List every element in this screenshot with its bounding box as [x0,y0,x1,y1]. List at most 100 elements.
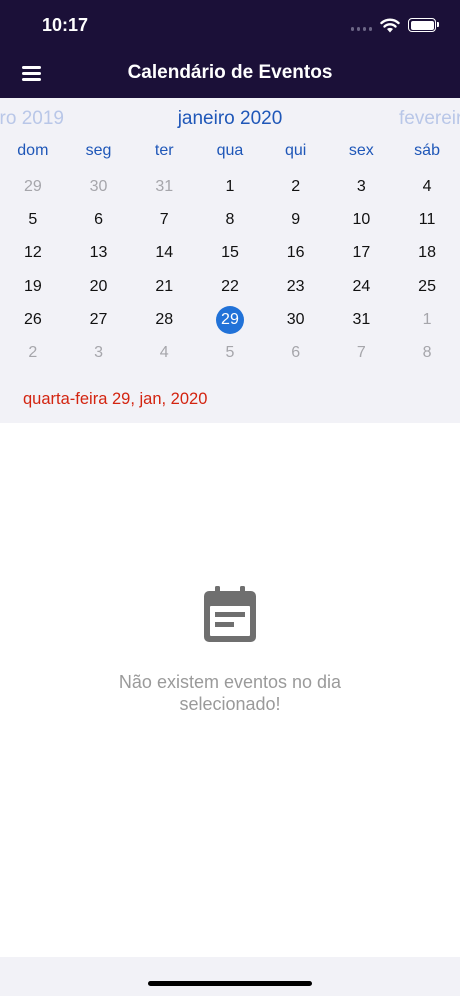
calendar-day-number: 1 [422,310,432,328]
calendar-day[interactable]: 30 [263,306,329,334]
calendar-day-number: 28 [155,310,174,328]
page-title: Calendário de Eventos [127,62,333,83]
calendar-week-row: 19 20 21 22 23 24 25 [0,270,460,303]
calendar-day-number: 25 [418,277,436,295]
calendar-day[interactable]: 3 [329,173,395,201]
calendar-day-number: 6 [94,210,103,228]
calendar-day[interactable]: 7 [329,339,395,367]
calendar-day[interactable]: 6 [263,339,329,367]
calendar-week-row: 12 13 14 15 16 17 18 [0,237,460,270]
calendar-day[interactable]: 10 [329,206,395,234]
calendar-day-number: 19 [23,277,42,295]
calendar-day[interactable]: 8 [197,206,263,234]
calendar-day-number: 20 [89,277,108,295]
calendar-day-number: 11 [418,210,436,228]
calendar-day[interactable]: 1 [394,306,460,334]
calendar-day[interactable]: 22 [197,273,263,301]
calendar-day-number: 29 [215,305,244,334]
calendar-day-number: 4 [159,344,169,362]
calendar-day-number: 7 [356,344,366,362]
calendar-day[interactable]: 17 [329,239,395,267]
calendar-day-number: 21 [155,277,174,295]
calendar-day-number: 5 [28,210,38,228]
calendar-day[interactable]: 21 [131,273,197,301]
calendar-day-number: 7 [159,210,169,228]
calendar-day[interactable]: 2 [263,173,329,201]
calendar-day[interactable]: 3 [66,339,132,367]
calendar-day-number: 31 [155,177,174,195]
calendar-day[interactable]: 27 [66,306,132,334]
calendar-day[interactable]: 28 [131,306,197,334]
calendar-day-number: 12 [23,244,42,262]
calendar-day[interactable]: 14 [131,239,197,267]
calendar-day-number: 15 [221,244,239,262]
calendar-day-number: 22 [221,277,239,295]
calendar-day[interactable]: 1 [197,173,263,201]
calendar-day[interactable]: 24 [329,273,395,301]
calendar-day-number: 18 [418,244,436,262]
calendar-day[interactable]: 25 [394,273,460,301]
calendar-day[interactable]: 5 [0,206,66,234]
calendar-day-number: 6 [291,344,301,362]
calendar-day[interactable]: 31 [131,173,197,201]
calendar-day[interactable]: 11 [394,206,460,234]
calendar-day[interactable]: 20 [66,273,132,301]
calendar-day[interactable]: 12 [0,239,66,267]
status-icons [351,14,439,36]
calendar-day-number: 3 [94,344,103,362]
calendar-day[interactable]: 4 [131,339,197,367]
month-header: bro 2019 janeiro 2020 fevereiro [0,108,460,134]
calendar-day[interactable]: 26 [0,306,66,334]
calendar-day-number: 23 [286,277,305,295]
weekday-label: qui [284,142,307,159]
calendar-day[interactable]: 31 [329,306,395,334]
calendar-day[interactable]: 5 [197,339,263,367]
battery-icon [408,18,439,32]
calendar-day[interactable]: 7 [131,206,197,234]
calendar-day[interactable]: 2 [0,339,66,367]
calendar-day-number: 2 [291,177,301,195]
calendar-day-number: 16 [286,244,305,262]
calendar-day-number: 30 [286,310,305,328]
calendar-day[interactable]: 6 [66,206,132,234]
calendar: bro 2019 janeiro 2020 fevereiro dom seg … [0,98,460,423]
calendar-day-number: 31 [352,310,371,328]
weekday-label: ter [154,142,174,159]
calendar-day[interactable]: 29 [0,173,66,201]
empty-state-line-2: selecionado! [179,694,281,714]
empty-state-message: Não existem eventos no dia selecionado! [0,671,460,715]
calendar-day[interactable]: 9 [263,206,329,234]
calendar-day-number: 10 [352,210,371,228]
weekday-label: sáb [414,142,440,159]
calendar-day[interactable]: 23 [263,273,329,301]
calendar-day[interactable]: 19 [0,273,66,301]
next-month-label[interactable]: fevereiro [399,108,460,130]
selected-date-label: quarta-feira 29, jan, 2020 [23,390,208,408]
calendar-day-number: 30 [89,177,108,195]
calendar-day[interactable]: 18 [394,239,460,267]
calendar-day[interactable]: 30 [66,173,132,201]
calendar-day-number: 8 [225,210,235,228]
calendar-day-number: 24 [352,277,371,295]
calendar-day-number: 14 [155,244,174,262]
calendar-day[interactable]: 13 [66,239,132,267]
calendar-day[interactable]: 4 [394,173,460,201]
calendar-day[interactable]: 15 [197,239,263,267]
weekday-label: sex [348,142,374,159]
status-time: 10:17 [42,15,89,35]
calendar-day[interactable]: 16 [263,239,329,267]
calendar-week-row: 26 27 28 29 30 31 1 [0,303,460,336]
calendar-day-number: 26 [23,310,42,328]
home-indicator[interactable] [148,981,312,986]
calendar-day-number: 2 [28,344,38,362]
calendar-week-row: 2 3 4 5 6 7 8 [0,336,460,369]
calendar-day-number: 5 [225,344,235,362]
calendar-week-row: 29 30 31 1 2 3 4 [0,170,460,203]
calendar-note-icon [204,586,256,642]
calendar-day[interactable]: 8 [394,339,460,367]
calendar-day-selected[interactable]: 29 [197,305,263,334]
calendar-day-number: 8 [422,344,432,362]
calendar-day-number: 3 [356,177,366,195]
calendar-day-number: 29 [23,177,42,195]
wifi-icon [380,18,400,32]
